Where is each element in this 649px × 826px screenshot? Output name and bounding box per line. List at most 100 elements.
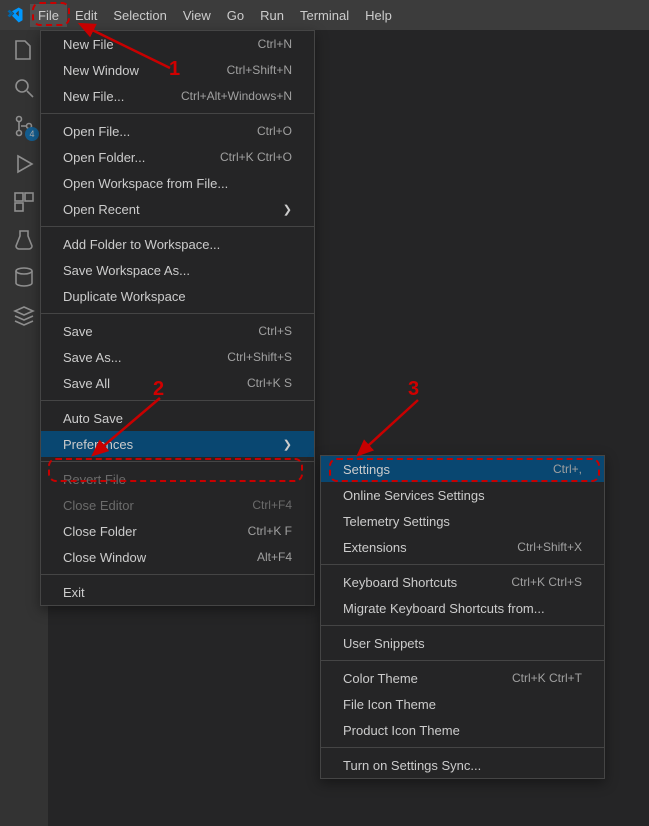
vscode-logo-icon	[6, 6, 24, 24]
menu-item-label: New File...	[63, 89, 124, 104]
prefs-menu-item-online-services-settings[interactable]: Online Services Settings	[321, 482, 604, 508]
test-icon[interactable]	[12, 228, 36, 252]
file-menu-item-open-folder[interactable]: Open Folder... Ctrl+K Ctrl+O	[41, 144, 314, 170]
source-control-icon[interactable]: 4	[12, 114, 36, 138]
menu-item-label: Color Theme	[343, 671, 418, 686]
menu-item-label: Keyboard Shortcuts	[343, 575, 457, 590]
menu-item-label: Revert File	[63, 472, 126, 487]
menu-item-label: Close Folder	[63, 524, 137, 539]
file-menu-item-add-folder-to-workspace[interactable]: Add Folder to Workspace...	[41, 231, 314, 257]
menu-item-shortcut: Ctrl+K Ctrl+S	[511, 575, 582, 589]
menu-item-label: Turn on Settings Sync...	[343, 758, 481, 773]
menubar-item-view[interactable]: View	[175, 4, 219, 27]
prefs-menu-item-extensions[interactable]: Extensions Ctrl+Shift+X	[321, 534, 604, 560]
menubar-item-selection[interactable]: Selection	[105, 4, 174, 27]
file-menu-item-new-file[interactable]: New FileCtrl+N	[41, 31, 314, 57]
menu-item-label: Online Services Settings	[343, 488, 485, 503]
menu-item-label: New Window	[63, 63, 139, 78]
menubar-item-terminal[interactable]: Terminal	[292, 4, 357, 27]
menu-item-label: Product Icon Theme	[343, 723, 460, 738]
file-menu-item-preferences[interactable]: Preferences ❯	[41, 431, 314, 457]
file-menu-dropdown: New FileCtrl+NNew WindowCtrl+Shift+NNew …	[40, 30, 315, 606]
prefs-menu-separator	[321, 564, 604, 565]
menu-item-shortcut: Ctrl+K F	[248, 524, 292, 538]
menu-item-label: File Icon Theme	[343, 697, 436, 712]
prefs-menu-item-file-icon-theme[interactable]: File Icon Theme	[321, 691, 604, 717]
file-menu-item-revert-file: Revert File	[41, 466, 314, 492]
menu-item-shortcut: Ctrl+S	[258, 324, 292, 338]
menu-item-label: Duplicate Workspace	[63, 289, 186, 304]
file-menu-item-exit[interactable]: Exit	[41, 579, 314, 605]
file-menu-separator	[41, 113, 314, 114]
prefs-menu-item-telemetry-settings[interactable]: Telemetry Settings	[321, 508, 604, 534]
search-icon[interactable]	[12, 76, 36, 100]
file-menu-item-save[interactable]: Save Ctrl+S	[41, 318, 314, 344]
menu-item-label: Save As...	[63, 350, 122, 365]
menu-item-shortcut: Ctrl+N	[258, 37, 292, 51]
menu-item-label: Add Folder to Workspace...	[63, 237, 220, 252]
file-menu-separator	[41, 313, 314, 314]
menu-item-label: Save All	[63, 376, 110, 391]
file-menu-item-open-file[interactable]: Open File...Ctrl+O	[41, 118, 314, 144]
run-debug-icon[interactable]	[12, 152, 36, 176]
menu-item-label: Extensions	[343, 540, 407, 555]
prefs-menu-separator	[321, 660, 604, 661]
extensions-icon[interactable]	[12, 190, 36, 214]
prefs-menu-separator	[321, 747, 604, 748]
file-menu-item-open-workspace-from-file[interactable]: Open Workspace from File...	[41, 170, 314, 196]
chevron-right-icon: ❯	[283, 203, 292, 216]
prefs-menu-item-turn-on-settings-sync[interactable]: Turn on Settings Sync...	[321, 752, 604, 778]
menu-item-shortcut: Alt+F4	[257, 550, 292, 564]
file-menu-item-auto-save[interactable]: Auto Save	[41, 405, 314, 431]
file-menu-separator	[41, 461, 314, 462]
menubar-item-file[interactable]: File	[30, 4, 67, 27]
menu-item-shortcut: Ctrl+F4	[252, 498, 292, 512]
menu-item-label: Open Recent	[63, 202, 140, 217]
menu-item-label: Close Editor	[63, 498, 134, 513]
menubar-item-go[interactable]: Go	[219, 4, 252, 27]
file-menu-item-close-window[interactable]: Close Window Alt+F4	[41, 544, 314, 570]
prefs-menu-item-migrate-keyboard-shortcuts-from[interactable]: Migrate Keyboard Shortcuts from...	[321, 595, 604, 621]
file-menu-item-save-as[interactable]: Save As... Ctrl+Shift+S	[41, 344, 314, 370]
menu-item-shortcut: Ctrl+Shift+S	[227, 350, 292, 364]
prefs-menu-item-color-theme[interactable]: Color Theme Ctrl+K Ctrl+T	[321, 665, 604, 691]
menu-item-label: Open Folder...	[63, 150, 145, 165]
file-menu-item-close-folder[interactable]: Close Folder Ctrl+K F	[41, 518, 314, 544]
prefs-menu-item-user-snippets[interactable]: User Snippets	[321, 630, 604, 656]
file-menu-separator	[41, 400, 314, 401]
menu-item-label: Preferences	[63, 437, 133, 452]
file-menu-item-new-window[interactable]: New WindowCtrl+Shift+N	[41, 57, 314, 83]
menu-item-shortcut: Ctrl+O	[257, 124, 292, 138]
file-menu-item-close-editor: Close Editor Ctrl+F4	[41, 492, 314, 518]
prefs-menu-item-keyboard-shortcuts[interactable]: Keyboard Shortcuts Ctrl+K Ctrl+S	[321, 569, 604, 595]
menu-item-label: Save	[63, 324, 93, 339]
menu-item-shortcut: Ctrl+K Ctrl+O	[220, 150, 292, 164]
menu-item-label: Close Window	[63, 550, 146, 565]
file-menu-item-open-recent[interactable]: Open Recent ❯	[41, 196, 314, 222]
menu-item-shortcut: Ctrl+Alt+Windows+N	[181, 89, 292, 103]
chevron-right-icon: ❯	[283, 438, 292, 451]
menu-item-label: Auto Save	[63, 411, 123, 426]
menu-item-label: Save Workspace As...	[63, 263, 190, 278]
menu-item-shortcut: Ctrl+K Ctrl+T	[512, 671, 582, 685]
file-menu-item-save-all[interactable]: Save AllCtrl+K S	[41, 370, 314, 396]
stack-icon[interactable]	[12, 304, 36, 328]
menubar: FileEditSelectionViewGoRunTerminalHelp	[0, 0, 649, 30]
menu-item-label: Open Workspace from File...	[63, 176, 228, 191]
menubar-item-edit[interactable]: Edit	[67, 4, 105, 27]
menubar-item-help[interactable]: Help	[357, 4, 400, 27]
database-icon[interactable]	[12, 266, 36, 290]
menubar-item-run[interactable]: Run	[252, 4, 292, 27]
menu-item-label: Migrate Keyboard Shortcuts from...	[343, 601, 545, 616]
files-icon[interactable]	[12, 38, 36, 62]
menu-item-label: Settings	[343, 462, 390, 477]
file-menu-separator	[41, 574, 314, 575]
file-menu-separator	[41, 226, 314, 227]
prefs-menu-separator	[321, 625, 604, 626]
file-menu-item-new-file[interactable]: New File... Ctrl+Alt+Windows+N	[41, 83, 314, 109]
file-menu-item-duplicate-workspace[interactable]: Duplicate Workspace	[41, 283, 314, 309]
prefs-menu-item-settings[interactable]: SettingsCtrl+,	[321, 456, 604, 482]
menu-item-shortcut: Ctrl+Shift+X	[517, 540, 582, 554]
prefs-menu-item-product-icon-theme[interactable]: Product Icon Theme	[321, 717, 604, 743]
file-menu-item-save-workspace-as[interactable]: Save Workspace As...	[41, 257, 314, 283]
